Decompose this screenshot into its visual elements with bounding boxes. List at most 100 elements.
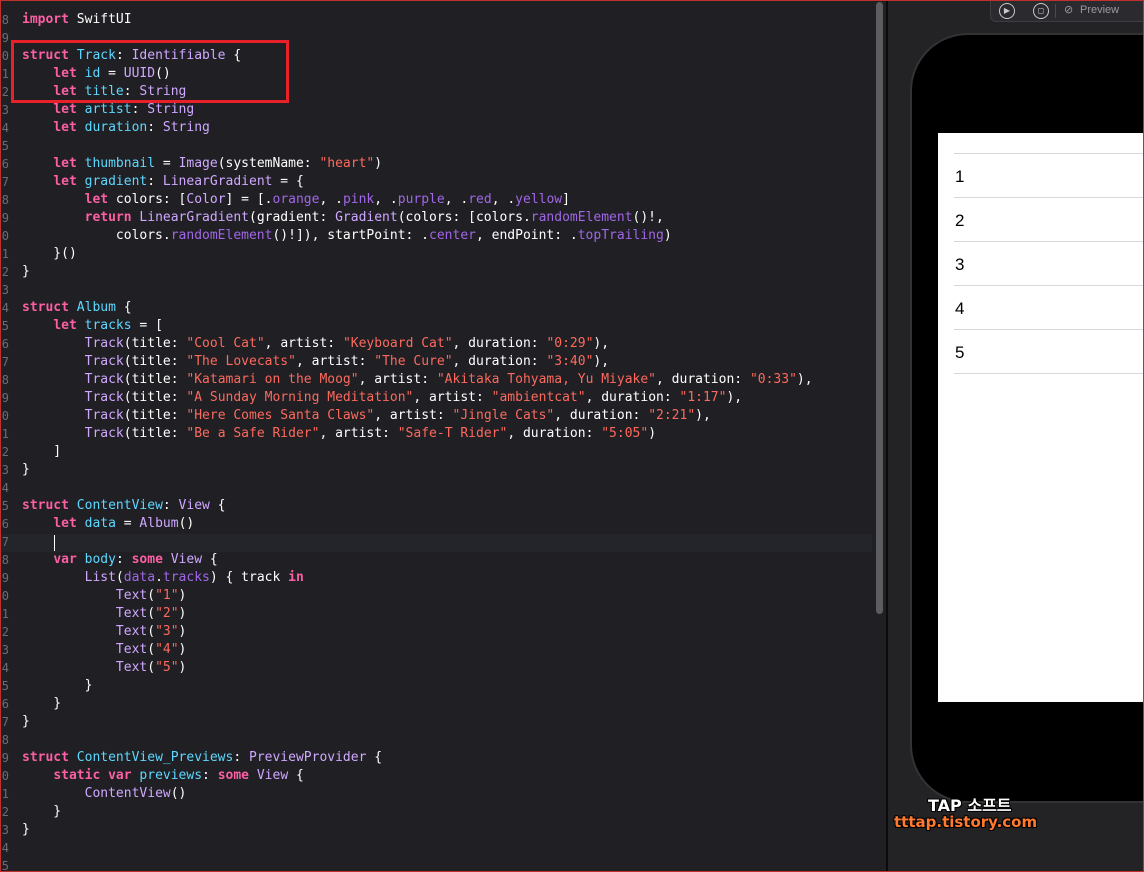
code-token: "2"	[155, 606, 179, 621]
code-token: "3"	[155, 624, 179, 639]
code-token: }	[22, 822, 30, 837]
line-number: 5	[1, 319, 9, 333]
code-token: purple	[397, 192, 445, 207]
code-token: (	[147, 588, 156, 603]
line-number: 8	[1, 373, 9, 387]
code-token: let	[53, 102, 77, 117]
list-item[interactable]: 4	[955, 299, 964, 319]
code-token: String	[147, 102, 195, 117]
code-token: center	[429, 228, 476, 243]
code-token: )	[178, 660, 187, 675]
list-separator	[954, 197, 1144, 198]
line-number: 6	[1, 337, 9, 351]
code-line: Track(title: "Be a Safe Rider", artist: …	[22, 425, 656, 443]
code-token: artist	[84, 102, 132, 117]
code-editor[interactable]: 8 9 0 1 2 3 4 5 6 7 8 9 0 1 2 3 4 5 6 7 8 9 0 1 2 3 4 5 6 7 8 9 0 1 2 3 4 5 6 7…	[0, 0, 872, 872]
code-token: (systemName:	[217, 156, 320, 171]
line-number: 4	[1, 481, 9, 495]
code-token: gradient	[84, 174, 148, 189]
code-token: = [	[131, 318, 163, 333]
list-separator	[954, 241, 1144, 242]
code-token: let	[53, 516, 77, 531]
code-token: (title:	[123, 354, 187, 369]
code-token: =	[155, 156, 179, 171]
code-line: Track(title: "Cool Cat", artist: "Keyboa…	[22, 335, 609, 353]
code-line: var body: some View {	[22, 551, 217, 569]
code-line: ]	[22, 443, 61, 461]
code-token: ContentView_Previews	[76, 750, 234, 765]
code-line: ContentView()	[22, 785, 187, 803]
line-number: 3	[1, 643, 9, 657]
line-number: 7	[1, 355, 9, 369]
code-token: View	[178, 498, 210, 513]
code-token: Track	[84, 372, 124, 387]
line-number: 1	[1, 67, 9, 81]
code-token: , duration:	[585, 390, 680, 405]
code-token: ),	[695, 408, 711, 423]
list-item[interactable]: 3	[955, 255, 964, 275]
list-separator	[954, 285, 1144, 286]
code-token: let	[53, 156, 77, 171]
code-token: }	[22, 462, 30, 477]
code-line: let artist: String	[22, 101, 194, 119]
preview-icon: ⊘	[1064, 3, 1074, 16]
code-token: , duration:	[452, 354, 547, 369]
code-token: View	[170, 552, 203, 567]
list-item[interactable]: 5	[955, 343, 964, 363]
device-screen: 1 2 3 4 5	[938, 133, 1144, 702]
code-line: }	[22, 677, 93, 695]
code-token: )	[374, 156, 383, 171]
line-number: 0	[1, 409, 9, 423]
code-token: "Keyboard Cat"	[342, 336, 453, 351]
line-number: 9	[1, 31, 9, 45]
code-token: SwiftUI	[68, 12, 132, 27]
code-token: , artist:	[264, 336, 343, 351]
code-token: yellow	[515, 192, 563, 207]
line-number: 9	[1, 211, 9, 225]
list-item[interactable]: 1	[955, 167, 964, 187]
code-token: "The Lovecats"	[186, 354, 296, 369]
code-token: Text	[115, 642, 148, 657]
code-token: (	[147, 642, 156, 657]
code-token: :	[131, 102, 148, 117]
code-token: Track	[84, 354, 124, 369]
code-token: topTrailing	[577, 228, 664, 243]
code-line: struct ContentView: View {	[22, 497, 226, 515]
code-token: :	[147, 120, 163, 135]
preview-label[interactable]: Preview	[1080, 4, 1119, 16]
line-number: 8	[1, 193, 9, 207]
selectable-icon[interactable]: ◻	[1033, 3, 1049, 19]
code-token: )	[648, 426, 657, 441]
line-number: 6	[1, 697, 9, 711]
text-cursor	[54, 535, 55, 551]
code-token: Album	[76, 300, 116, 315]
code-token: , artist:	[319, 426, 398, 441]
code-token: let	[53, 174, 77, 189]
code-token: some	[131, 552, 163, 567]
code-token: red	[468, 192, 492, 207]
code-token: in	[288, 570, 304, 585]
play-circle-icon[interactable]: ▶	[999, 3, 1015, 19]
list-item[interactable]: 2	[955, 211, 964, 231]
code-token: =	[115, 516, 140, 531]
code-line: Track(title: "Katamari on the Moog", art…	[22, 371, 813, 389]
editor-scrollbar-thumb[interactable]	[876, 2, 883, 614]
line-number: 3	[1, 283, 9, 297]
code-token: }	[22, 696, 62, 711]
code-token: Track	[84, 390, 124, 405]
code-token: Gradient	[335, 210, 398, 225]
line-number: 6	[1, 517, 9, 531]
code-token: "0:29"	[546, 336, 594, 351]
preview-canvas: ▶ ◻ ⊘ Preview 1 2 3 4 5 TAP 소프트 tttap.ti…	[888, 0, 1144, 872]
code-token: "heart"	[319, 156, 375, 171]
code-token: Text	[115, 660, 148, 675]
